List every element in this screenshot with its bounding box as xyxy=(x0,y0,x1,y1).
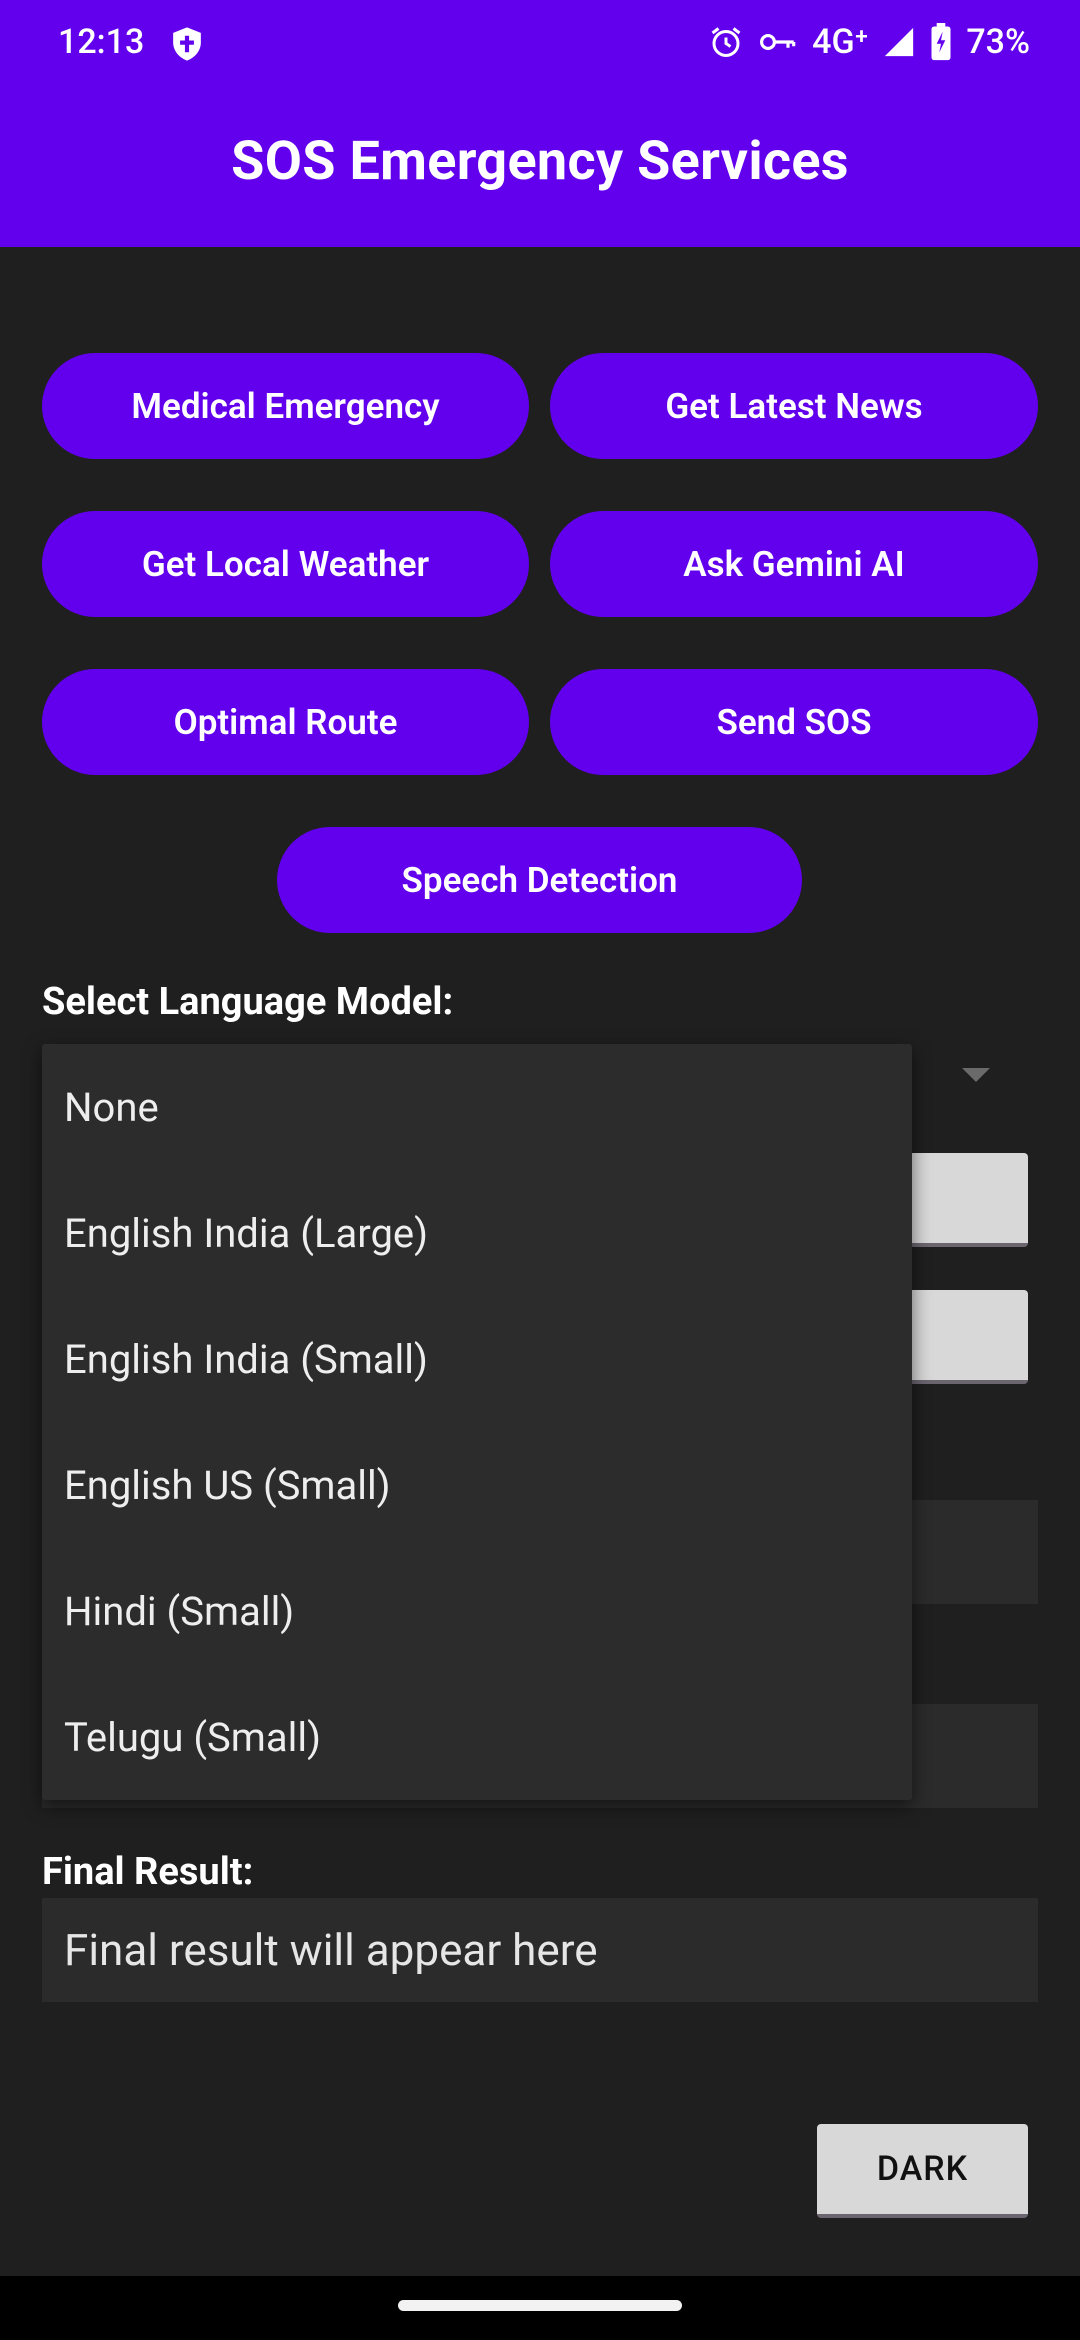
app-header: 12:13 4G⁺ 73% SOS Emergency Services xyxy=(0,0,1080,247)
speech-detection-button[interactable]: Speech Detection xyxy=(277,827,802,933)
dropdown-option-telugu-small[interactable]: Telugu (Small) xyxy=(42,1674,912,1800)
battery-charging-icon xyxy=(931,23,951,61)
network-type: 4G⁺ xyxy=(812,22,869,62)
dropdown-option-hindi-small[interactable]: Hindi (Small) xyxy=(42,1548,912,1674)
dropdown-option-english-india-large[interactable]: English India (Large) xyxy=(42,1170,912,1296)
home-gesture-handle[interactable] xyxy=(398,2300,682,2311)
optimal-route-button[interactable]: Optimal Route xyxy=(42,669,529,775)
status-time: 12:13 xyxy=(58,22,145,62)
vpn-key-icon xyxy=(760,34,796,50)
dropdown-option-none[interactable]: None xyxy=(42,1044,912,1170)
dropdown-arrow-icon[interactable] xyxy=(962,1068,990,1082)
status-icons: 4G⁺ 73% xyxy=(708,20,1030,64)
page-title: SOS Emergency Services xyxy=(231,130,849,193)
dropdown-option-english-india-small[interactable]: English India (Small) xyxy=(42,1296,912,1422)
dropdown-option-english-us-small[interactable]: English US (Small) xyxy=(42,1422,912,1548)
send-sos-button[interactable]: Send SOS xyxy=(550,669,1038,775)
shield-icon xyxy=(173,27,201,61)
alarm-icon xyxy=(711,27,741,57)
status-bar: 12:13 4G⁺ 73% xyxy=(0,0,1080,86)
language-model-label: Select Language Model: xyxy=(42,980,454,1024)
signal-icon xyxy=(885,27,914,57)
dark-theme-button[interactable]: DARK xyxy=(817,2124,1028,2218)
final-result-label: Final Result: xyxy=(42,1850,254,1894)
ask-gemini-button[interactable]: Ask Gemini AI xyxy=(550,511,1038,617)
final-result-field: Final result will appear here xyxy=(42,1898,1038,2002)
battery-level: 73% xyxy=(966,22,1030,62)
medical-emergency-button[interactable]: Medical Emergency xyxy=(42,353,529,459)
latest-news-button[interactable]: Get Latest News xyxy=(550,353,1038,459)
language-dropdown-list: None English India (Large) English India… xyxy=(42,1044,912,1800)
local-weather-button[interactable]: Get Local Weather xyxy=(42,511,529,617)
